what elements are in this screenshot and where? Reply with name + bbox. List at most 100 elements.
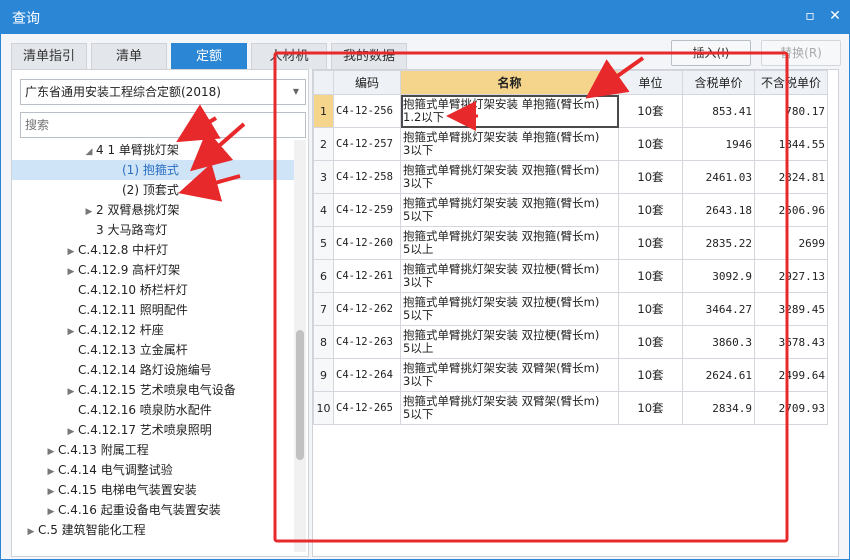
quota-library-select[interactable]: 广东省通用安装工程综合定额(2018) ▼ <box>20 79 306 105</box>
table-row[interactable]: 6 C4-12-261 抱箍式单臂挑灯架安装 双拉梗(臂长m) 3以下 10套 … <box>313 259 828 293</box>
tree-node[interactable]: ▶ C.4.13 附属工程 <box>12 440 294 460</box>
cell-price-tax[interactable]: 2643.18 <box>682 193 755 227</box>
cell-name[interactable]: 抱箍式单臂挑灯架安装 双臂架(臂长m) 5以下 <box>400 391 619 425</box>
tree-node[interactable]: ▶ C.4.12.8 中杆灯 <box>12 240 294 260</box>
cell-name[interactable]: 抱箍式单臂挑灯架安装 单抱箍(臂长m) 3以下 <box>400 127 619 161</box>
cell-unit[interactable]: 10套 <box>618 325 683 359</box>
cell-code[interactable]: C4-12-261 <box>333 259 401 293</box>
tree-node[interactable]: ▶ C.4.15 电梯电气装置安装 <box>12 480 294 500</box>
cell-price-notax[interactable]: 2927.13 <box>754 259 828 293</box>
cell-unit[interactable]: 10套 <box>618 160 683 194</box>
tree-node[interactable]: C.4.12.13 立金属杆 <box>12 340 294 360</box>
expand-arrow-icon[interactable]: ▶ <box>64 322 78 342</box>
expand-arrow-icon[interactable]: ▶ <box>64 262 78 282</box>
close-icon[interactable]: ✕ <box>825 6 845 26</box>
cell-price-tax[interactable]: 853.41 <box>682 94 755 128</box>
cell-name[interactable]: 抱箍式单臂挑灯架安装 双抱箍(臂长m) 5以下 <box>400 193 619 227</box>
cell-unit[interactable]: 10套 <box>618 292 683 326</box>
cell-name[interactable]: 抱箍式单臂挑灯架安装 双拉梗(臂长m) 5以上 <box>400 325 619 359</box>
tree-node[interactable]: ▶ C.4.16 起重设备电气装置安装 <box>12 500 294 520</box>
expand-arrow-icon[interactable]: ◢ <box>82 142 96 162</box>
cell-code[interactable]: C4-12-263 <box>333 325 401 359</box>
tree-node[interactable]: 3 大马路弯灯 <box>12 220 294 240</box>
cell-unit[interactable]: 10套 <box>618 94 683 128</box>
cell-price-tax[interactable]: 3092.9 <box>682 259 755 293</box>
tree-node[interactable]: ▶ C.4.12.15 艺术喷泉电气设备 <box>12 380 294 400</box>
table-row[interactable]: 4 C4-12-259 抱箍式单臂挑灯架安装 双抱箍(臂长m) 5以下 10套 … <box>313 193 828 227</box>
tab-materials[interactable]: 人材机 <box>251 43 327 69</box>
tree-node[interactable]: C.4.12.14 路灯设施编号 <box>12 360 294 380</box>
cell-price-notax[interactable]: 2709.93 <box>754 391 828 425</box>
table-row[interactable]: 8 C4-12-263 抱箍式单臂挑灯架安装 双拉梗(臂长m) 5以上 10套 … <box>313 325 828 359</box>
cell-price-tax[interactable]: 3860.3 <box>682 325 755 359</box>
search-box[interactable] <box>20 112 306 138</box>
tree-node[interactable]: (2) 顶套式 <box>12 180 294 200</box>
cell-name[interactable]: 抱箍式单臂挑灯架安装 单抱箍(臂长m) 1.2以下 <box>400 94 619 128</box>
cell-price-notax[interactable]: 2499.64 <box>754 358 828 392</box>
col-unit[interactable]: 单位 <box>618 70 683 95</box>
cell-price-notax[interactable]: 780.17 <box>754 94 828 128</box>
cell-unit[interactable]: 10套 <box>618 259 683 293</box>
cell-code[interactable]: C4-12-256 <box>333 94 401 128</box>
cell-unit[interactable]: 10套 <box>618 193 683 227</box>
cell-price-tax[interactable]: 2834.9 <box>682 391 755 425</box>
col-code[interactable]: 编码 <box>333 70 401 95</box>
replace-button[interactable]: 替换(R) <box>761 40 841 66</box>
cell-code[interactable]: C4-12-264 <box>333 358 401 392</box>
tree-node[interactable]: C.4.12.11 照明配件 <box>12 300 294 320</box>
table-row[interactable]: 10 C4-12-265 抱箍式单臂挑灯架安装 双臂架(臂长m) 5以下 10套… <box>313 391 828 425</box>
tree-node[interactable]: ◢ 4 1 单臂挑灯架 <box>12 140 294 160</box>
cell-unit[interactable]: 10套 <box>618 226 683 260</box>
tree-node[interactable]: ▶ C.4.12.9 高杆灯架 <box>12 260 294 280</box>
cell-unit[interactable]: 10套 <box>618 127 683 161</box>
tab-list-guide[interactable]: 清单指引 <box>11 43 87 69</box>
cell-code[interactable]: C4-12-265 <box>333 391 401 425</box>
scrollbar-thumb[interactable] <box>296 330 304 460</box>
cell-unit[interactable]: 10套 <box>618 358 683 392</box>
tree-node[interactable]: ▶ 2 双臂悬挑灯架 <box>12 200 294 220</box>
tree-node[interactable]: ▶ C.4.12.12 杆座 <box>12 320 294 340</box>
cell-name[interactable]: 抱箍式单臂挑灯架安装 双抱箍(臂长m) 5以上 <box>400 226 619 260</box>
tree-node-selected[interactable]: (1) 抱箍式 <box>12 160 294 180</box>
expand-arrow-icon[interactable]: ▶ <box>82 202 96 222</box>
cell-price-notax[interactable]: 2324.81 <box>754 160 828 194</box>
cell-code[interactable]: C4-12-260 <box>333 226 401 260</box>
col-name[interactable]: 名称 <box>400 70 619 95</box>
table-row[interactable]: 5 C4-12-260 抱箍式单臂挑灯架安装 双抱箍(臂长m) 5以上 10套 … <box>313 226 828 260</box>
tree-node[interactable]: C.4.12.16 喷泉防水配件 <box>12 400 294 420</box>
restore-icon[interactable]: ▫ <box>800 6 820 26</box>
expand-arrow-icon[interactable]: ▶ <box>44 462 58 482</box>
table-row[interactable]: 9 C4-12-264 抱箍式单臂挑灯架安装 双臂架(臂长m) 3以下 10套 … <box>313 358 828 392</box>
insert-button[interactable]: 插入(I) <box>671 40 751 66</box>
tab-list[interactable]: 清单 <box>91 43 167 69</box>
cell-price-tax[interactable]: 2461.03 <box>682 160 755 194</box>
tree-node[interactable]: C.4.12.10 桥栏杆灯 <box>12 280 294 300</box>
cell-price-tax[interactable]: 2624.61 <box>682 358 755 392</box>
cell-name[interactable]: 抱箍式单臂挑灯架安装 双拉梗(臂长m) 5以下 <box>400 292 619 326</box>
table-row[interactable]: 7 C4-12-262 抱箍式单臂挑灯架安装 双拉梗(臂长m) 5以下 10套 … <box>313 292 828 326</box>
expand-arrow-icon[interactable]: ▶ <box>64 242 78 262</box>
expand-arrow-icon[interactable]: ▶ <box>24 522 38 542</box>
search-input[interactable] <box>21 113 305 137</box>
expand-arrow-icon[interactable]: ▶ <box>64 422 78 442</box>
cell-code[interactable]: C4-12-262 <box>333 292 401 326</box>
table-row[interactable]: 2 C4-12-257 抱箍式单臂挑灯架安装 单抱箍(臂长m) 3以下 10套 … <box>313 127 828 161</box>
cell-price-notax[interactable]: 1844.55 <box>754 127 828 161</box>
cell-code[interactable]: C4-12-257 <box>333 127 401 161</box>
table-row[interactable]: 3 C4-12-258 抱箍式单臂挑灯架安装 双抱箍(臂长m) 3以下 10套 … <box>313 160 828 194</box>
cell-name[interactable]: 抱箍式单臂挑灯架安装 双抱箍(臂长m) 3以下 <box>400 160 619 194</box>
tree-scrollbar[interactable] <box>294 140 306 552</box>
expand-arrow-icon[interactable]: ▶ <box>44 442 58 462</box>
cell-price-notax[interactable]: 2506.96 <box>754 193 828 227</box>
tree-node[interactable]: ▶ C.4.12.17 艺术喷泉照明 <box>12 420 294 440</box>
tab-my-data[interactable]: 我的数据 <box>331 43 407 69</box>
cell-name[interactable]: 抱箍式单臂挑灯架安装 双臂架(臂长m) 3以下 <box>400 358 619 392</box>
cell-code[interactable]: C4-12-258 <box>333 160 401 194</box>
cell-unit[interactable]: 10套 <box>618 391 683 425</box>
expand-arrow-icon[interactable]: ▶ <box>44 502 58 522</box>
col-price-notax[interactable]: 不含税单价 <box>754 70 828 95</box>
tree-node[interactable]: ▶ C.5 建筑智能化工程 <box>12 520 294 540</box>
expand-arrow-icon[interactable]: ▶ <box>64 382 78 402</box>
expand-arrow-icon[interactable]: ▶ <box>44 482 58 502</box>
cell-price-notax[interactable]: 3678.43 <box>754 325 828 359</box>
